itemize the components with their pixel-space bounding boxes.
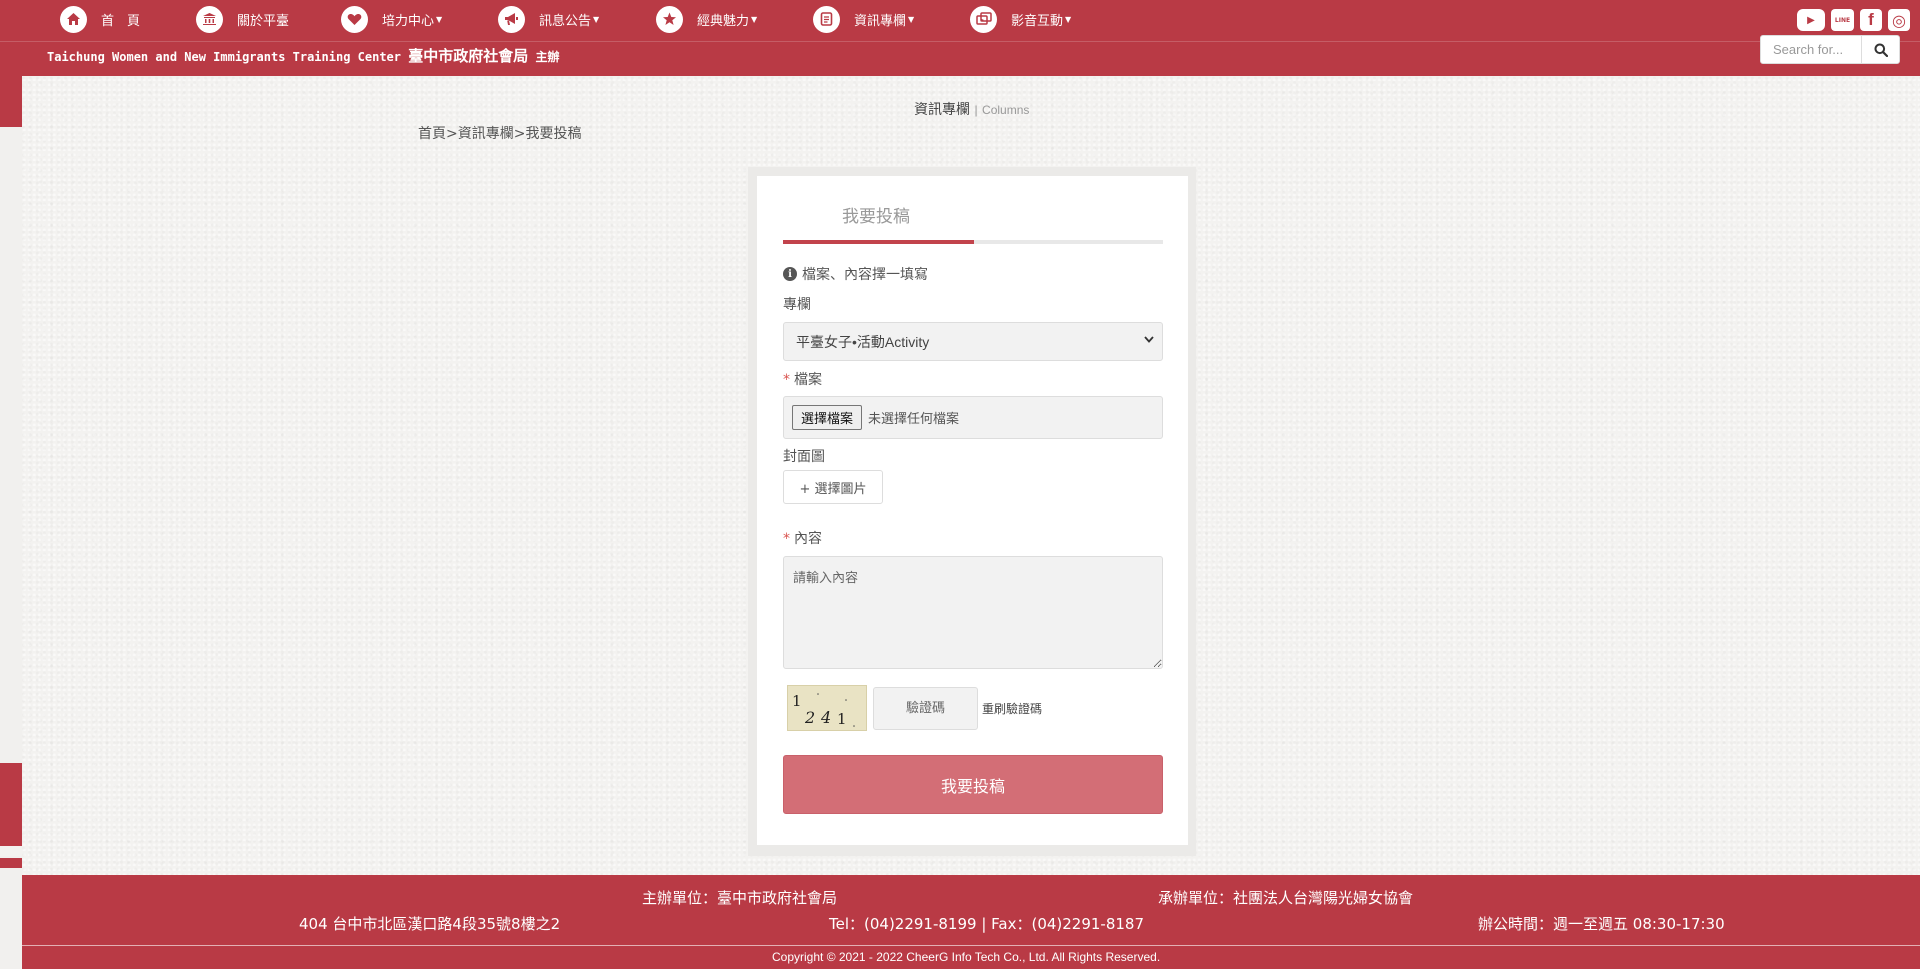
breadcrumb: 首頁>資訊專欄>我要投稿 xyxy=(418,123,581,143)
youtube-icon[interactable]: ▶ xyxy=(1797,9,1825,31)
required-mark: * xyxy=(783,531,790,547)
side-accent-bottom xyxy=(0,763,22,868)
choose-file-button[interactable]: 選擇檔案 xyxy=(792,405,863,430)
nav-label: 經典魅力 xyxy=(697,13,750,29)
header-divider xyxy=(0,41,1920,42)
nav-label: 首 頁 xyxy=(101,13,141,29)
site-header: 首 頁 關於平臺 培力中心 ▼ 訊息公告 ▼ 經典魅力 ▼ 資訊專欄 ▼ 影音互… xyxy=(0,0,1920,76)
content-label: * 內容 xyxy=(783,528,822,548)
title-separator: | xyxy=(974,103,978,117)
breadcrumb-current: 我要投稿 xyxy=(525,126,582,142)
nav-label: 資訊專欄 xyxy=(854,13,907,29)
captcha-char: 1 xyxy=(792,692,802,710)
caret-down-icon: ▼ xyxy=(436,14,443,24)
search-input[interactable] xyxy=(1761,36,1861,63)
column-select[interactable]: 平臺女子•活動Activity xyxy=(783,322,1163,361)
column-label: 專欄 xyxy=(783,297,811,313)
footer-contact: Tel：(04)2291-8199 | Fax：(04)2291-8187 xyxy=(829,915,1145,933)
captcha-image: 1 2 4 1 xyxy=(787,685,867,731)
file-label-text: 檔案 xyxy=(794,372,822,388)
footer-hours: 辦公時間：週一至週五 08:30-17:30 xyxy=(1478,915,1725,933)
footer-address: 404 台中市北區漢口路4段35號8樓之2 xyxy=(299,915,561,933)
caret-down-icon: ▼ xyxy=(593,14,600,24)
page-title-en: Columns xyxy=(982,103,1030,117)
refresh-captcha-link[interactable]: 重刷驗證碼 xyxy=(982,700,1042,717)
search-button[interactable] xyxy=(1861,36,1899,63)
footer-copyright: Copyright © 2021 - 2022 CheerG Info Tech… xyxy=(772,950,1161,964)
content-textarea[interactable] xyxy=(783,556,1163,669)
choose-image-button[interactable]: + 選擇圖片 xyxy=(783,470,883,504)
search-box xyxy=(1760,35,1900,64)
tab-underline xyxy=(783,240,1163,244)
nav-item-classic[interactable]: 經典魅力 ▼ xyxy=(656,5,813,33)
caret-down-icon: ▼ xyxy=(908,14,915,24)
footer-contractor: 承辦單位：社團法人台灣陽光婦女協會 xyxy=(1158,889,1414,907)
file-label: * 檔案 xyxy=(783,369,822,389)
subtitle-suffix: 主辦 xyxy=(535,50,560,64)
file-status: 未選擇任何檔案 xyxy=(868,412,960,427)
nav-item-media[interactable]: 影音互動 ▼ xyxy=(970,5,1090,33)
social-links: ▶ LINE f ◎ xyxy=(1797,9,1910,31)
instagram-icon[interactable]: ◎ xyxy=(1888,9,1910,31)
tab-label: 我要投稿 xyxy=(842,207,910,227)
subtitle-organizer: 臺中市政府社會局 xyxy=(408,47,529,65)
media-icon xyxy=(970,5,997,33)
home-icon xyxy=(60,5,87,33)
required-mark: * xyxy=(783,372,790,388)
tab-active-indicator xyxy=(783,240,974,244)
note-text: 檔案、內容擇一填寫 xyxy=(802,267,928,283)
breadcrumb-home[interactable]: 首頁 xyxy=(418,126,446,142)
search-icon xyxy=(1874,43,1888,57)
file-field: 選擇檔案 未選擇任何檔案 xyxy=(783,396,1163,439)
breadcrumb-columns[interactable]: 資訊專欄 xyxy=(458,126,514,142)
star-icon xyxy=(656,5,683,33)
page-title: 資訊專欄 | Columns xyxy=(914,99,1029,119)
content-label-text: 內容 xyxy=(794,531,822,547)
site-footer: 主辦單位：臺中市政府社會局 承辦單位：社團法人台灣陽光婦女協會 404 台中市北… xyxy=(22,875,1920,969)
column-selected-value: 平臺女子•活動Activity xyxy=(796,333,930,350)
subtitle-en: Taichung Women and New Immigrants Traini… xyxy=(47,50,402,64)
nav-item-empowerment[interactable]: 培力中心 ▼ xyxy=(341,5,498,33)
side-accent-top xyxy=(0,76,22,127)
heart-icon xyxy=(341,5,368,33)
footer-divider xyxy=(22,945,1920,946)
nav-label: 關於平臺 xyxy=(237,13,290,29)
document-icon xyxy=(813,5,840,33)
nav-item-about[interactable]: 關於平臺 xyxy=(196,5,341,33)
footer-organizer: 主辦單位：臺中市政府社會局 xyxy=(642,889,838,907)
captcha-char: 2 xyxy=(804,708,815,727)
cover-label: 封面圖 xyxy=(783,449,825,465)
caret-down-icon: ▼ xyxy=(1065,14,1072,24)
page-title-zh: 資訊專欄 xyxy=(914,102,970,118)
main-nav: 首 頁 關於平臺 培力中心 ▼ 訊息公告 ▼ 經典魅力 ▼ 資訊專欄 ▼ 影音互… xyxy=(60,5,1090,33)
bank-icon xyxy=(196,5,223,33)
captcha-char: 1 xyxy=(837,710,847,728)
submit-button[interactable]: 我要投稿 xyxy=(783,755,1163,814)
nav-item-announcements[interactable]: 訊息公告 ▼ xyxy=(498,5,656,33)
nav-label: 訊息公告 xyxy=(539,13,592,29)
nav-item-home[interactable]: 首 頁 xyxy=(60,5,196,33)
breadcrumb-separator: > xyxy=(513,126,526,142)
nav-label: 影音互動 xyxy=(1011,13,1064,29)
facebook-icon[interactable]: f xyxy=(1860,9,1882,31)
tab-submit[interactable]: 我要投稿 xyxy=(783,202,1163,227)
form-note: i 檔案、內容擇一填寫 xyxy=(783,264,928,284)
breadcrumb-separator: > xyxy=(446,126,458,142)
info-icon: i xyxy=(783,267,797,281)
captcha-input[interactable] xyxy=(873,687,978,730)
captcha-char: 4 xyxy=(820,708,831,727)
nav-label: 培力中心 xyxy=(382,13,435,29)
caret-down-icon: ▼ xyxy=(751,14,758,24)
megaphone-icon xyxy=(498,5,525,33)
nav-item-columns[interactable]: 資訊專欄 ▼ xyxy=(813,5,970,33)
submission-card: 我要投稿 i 檔案、內容擇一填寫 專欄 平臺女子•活動Activity * 檔案 … xyxy=(757,176,1188,845)
chevron-down-icon xyxy=(1144,335,1154,346)
line-icon[interactable]: LINE xyxy=(1831,9,1854,31)
site-subtitle: Taichung Women and New Immigrants Traini… xyxy=(47,45,560,66)
